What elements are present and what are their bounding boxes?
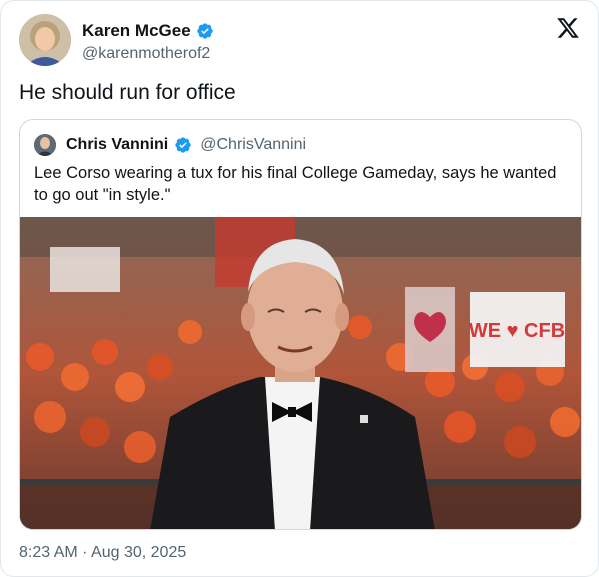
display-name[interactable]: Karen McGee bbox=[82, 21, 191, 41]
quoted-avatar[interactable] bbox=[34, 134, 56, 156]
name-row: Karen McGee bbox=[82, 21, 214, 41]
quoted-handle[interactable]: @ChrisVannini bbox=[200, 136, 306, 154]
x-logo-icon[interactable] bbox=[556, 16, 580, 40]
tweet-text: He should run for office bbox=[19, 81, 236, 104]
quoted-media-image[interactable]: WE ♥ CFB bbox=[20, 217, 581, 529]
handle[interactable]: @karenmotherof2 bbox=[82, 45, 210, 63]
avatar[interactable] bbox=[19, 14, 71, 66]
quoted-tweet-header: Chris Vannini @ChrisVannini bbox=[34, 134, 306, 156]
quoted-tweet[interactable]: Chris Vannini @ChrisVannini Lee Corso we… bbox=[19, 119, 582, 530]
verified-badge-icon bbox=[196, 23, 213, 39]
verified-badge-icon bbox=[175, 137, 191, 153]
quoted-display-name[interactable]: Chris Vannini bbox=[66, 136, 168, 154]
quoted-tweet-text: Lee Corso wearing a tux for his final Co… bbox=[34, 164, 557, 204]
tweet-header: Karen McGee @karenmotherof2 bbox=[19, 14, 580, 68]
tweet-card: Karen McGee @karenmotherof2 He should ru… bbox=[0, 0, 599, 577]
timestamp[interactable]: 8:23 AM · Aug 30, 2025 bbox=[19, 544, 186, 562]
crowd-sign-text: WE ♥ CFB bbox=[469, 320, 565, 342]
